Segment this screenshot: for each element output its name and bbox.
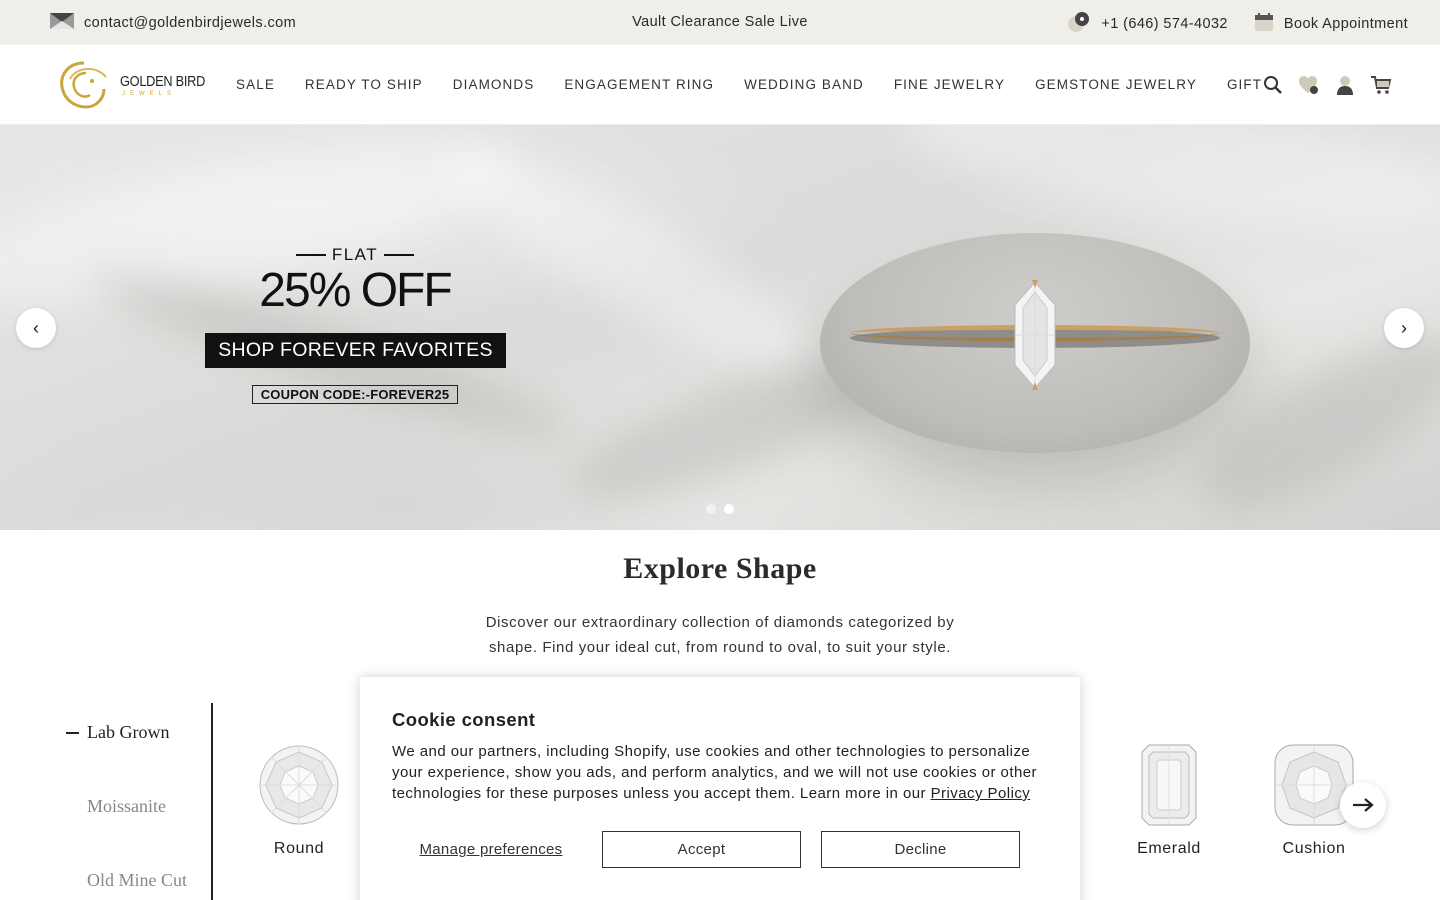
nav-diamonds[interactable]: DIAMONDS (453, 77, 535, 92)
promo-discount: 25% OFF (259, 264, 452, 317)
shape-label: Cushion (1282, 840, 1346, 857)
logo-text: GOLDEN BIRD (120, 72, 206, 90)
main-nav: SALE READY TO SHIP DIAMONDS ENGAGEMENT R… (236, 77, 1292, 92)
calendar-icon (1254, 12, 1274, 36)
hero-banner[interactable]: FLAT 25% OFF SHOP FOREVER FAVORITES COUP… (0, 125, 1440, 530)
email-contact[interactable]: contact@goldenbirdjewels.com (50, 12, 296, 34)
nav-engagement-ring[interactable]: ENGAGEMENT RING (564, 77, 714, 92)
accept-button[interactable]: Accept (602, 831, 801, 868)
main-header: GOLDEN BIRD JEWELS SALE READY TO SHIP DI… (0, 45, 1440, 125)
phone-chat-icon (1067, 11, 1091, 37)
phone-text[interactable]: +1 (646) 574-4032 (1101, 16, 1228, 32)
cart-icon[interactable] (1370, 74, 1392, 96)
slide-dots (706, 504, 734, 514)
nav-gemstone-jewelry[interactable]: GEMSTONE JEWELRY (1035, 77, 1197, 92)
shape-label: Emerald (1137, 840, 1201, 857)
shape-emerald[interactable]: Emerald (1119, 744, 1219, 858)
slide-dot-active[interactable] (724, 504, 734, 514)
logo[interactable]: GOLDEN BIRD JEWELS (56, 59, 220, 111)
manage-preferences-link[interactable]: Manage preferences (392, 841, 590, 858)
shop-forever-favorites-button[interactable]: SHOP FOREVER FAVORITES (205, 333, 506, 368)
cookie-actions: Manage preferences Accept Decline (392, 831, 1048, 868)
section-title: Explore Shape (623, 552, 817, 585)
hero-prev-button[interactable]: ‹ (16, 308, 56, 348)
logo-subtext: JEWELS (122, 90, 177, 97)
hero-next-button[interactable]: › (1384, 308, 1424, 348)
promo-flat: FLAT (205, 245, 505, 265)
tab-lab-grown[interactable]: Lab Grown (87, 722, 169, 743)
arrow-right-icon (1353, 798, 1374, 812)
decline-button[interactable]: Decline (821, 831, 1020, 868)
chevron-right-icon: › (1401, 317, 1407, 338)
phone-contact[interactable]: +1 (646) 574-4032 (1067, 11, 1228, 37)
section-description: Discover our extraordinary collection of… (485, 614, 955, 656)
book-appointment-link[interactable]: Book Appointment (1254, 12, 1408, 36)
announcement-text[interactable]: Vault Clearance Sale Live (632, 14, 808, 30)
nav-ready-to-ship[interactable]: READY TO SHIP (305, 77, 423, 92)
golden-bird-logo-icon (60, 61, 107, 109)
round-diamond-icon (259, 745, 339, 825)
nav-wedding-band[interactable]: WEDDING BAND (744, 77, 864, 92)
coupon-code: COUPON CODE:-FOREVER25 (251, 385, 459, 404)
shapes-next-button[interactable] (1340, 782, 1386, 828)
top-bar: contact@goldenbirdjewels.com Vault Clear… (0, 0, 1440, 45)
cookie-title: Cookie consent (392, 709, 536, 730)
cookie-body: We and our partners, including Shopify, … (392, 741, 1048, 804)
account-icon[interactable] (1334, 74, 1356, 96)
shape-round[interactable]: Round (249, 744, 349, 858)
wishlist-icon[interactable] (1298, 74, 1320, 96)
slide-dot[interactable] (706, 504, 716, 514)
search-icon[interactable] (1262, 74, 1284, 96)
nav-fine-jewelry[interactable]: FINE JEWELRY (894, 77, 1005, 92)
shape-category-tabs: Lab Grown Moissanite Old Mine Cut (66, 703, 213, 900)
cookie-consent-dialog: Cookie consent We and our partners, incl… (360, 677, 1080, 900)
tab-old-mine-cut[interactable]: Old Mine Cut (87, 870, 187, 891)
nav-sale[interactable]: SALE (236, 77, 275, 92)
email-text[interactable]: contact@goldenbirdjewels.com (84, 15, 296, 31)
emerald-diamond-icon (1141, 744, 1197, 826)
nav-gift[interactable]: GIFT (1227, 77, 1262, 92)
promo-block: FLAT 25% OFF SHOP FOREVER FAVORITES COUP… (205, 245, 506, 404)
mail-icon (50, 12, 74, 34)
diamond-image (1014, 280, 1056, 390)
appointment-text[interactable]: Book Appointment (1284, 16, 1408, 32)
tab-moissanite[interactable]: Moissanite (87, 796, 166, 817)
privacy-policy-link[interactable]: Privacy Policy (931, 785, 1031, 802)
shape-label: Round (273, 840, 325, 857)
chevron-left-icon: ‹ (33, 317, 39, 338)
active-tab-indicator (66, 732, 79, 734)
header-icons (1262, 74, 1392, 96)
